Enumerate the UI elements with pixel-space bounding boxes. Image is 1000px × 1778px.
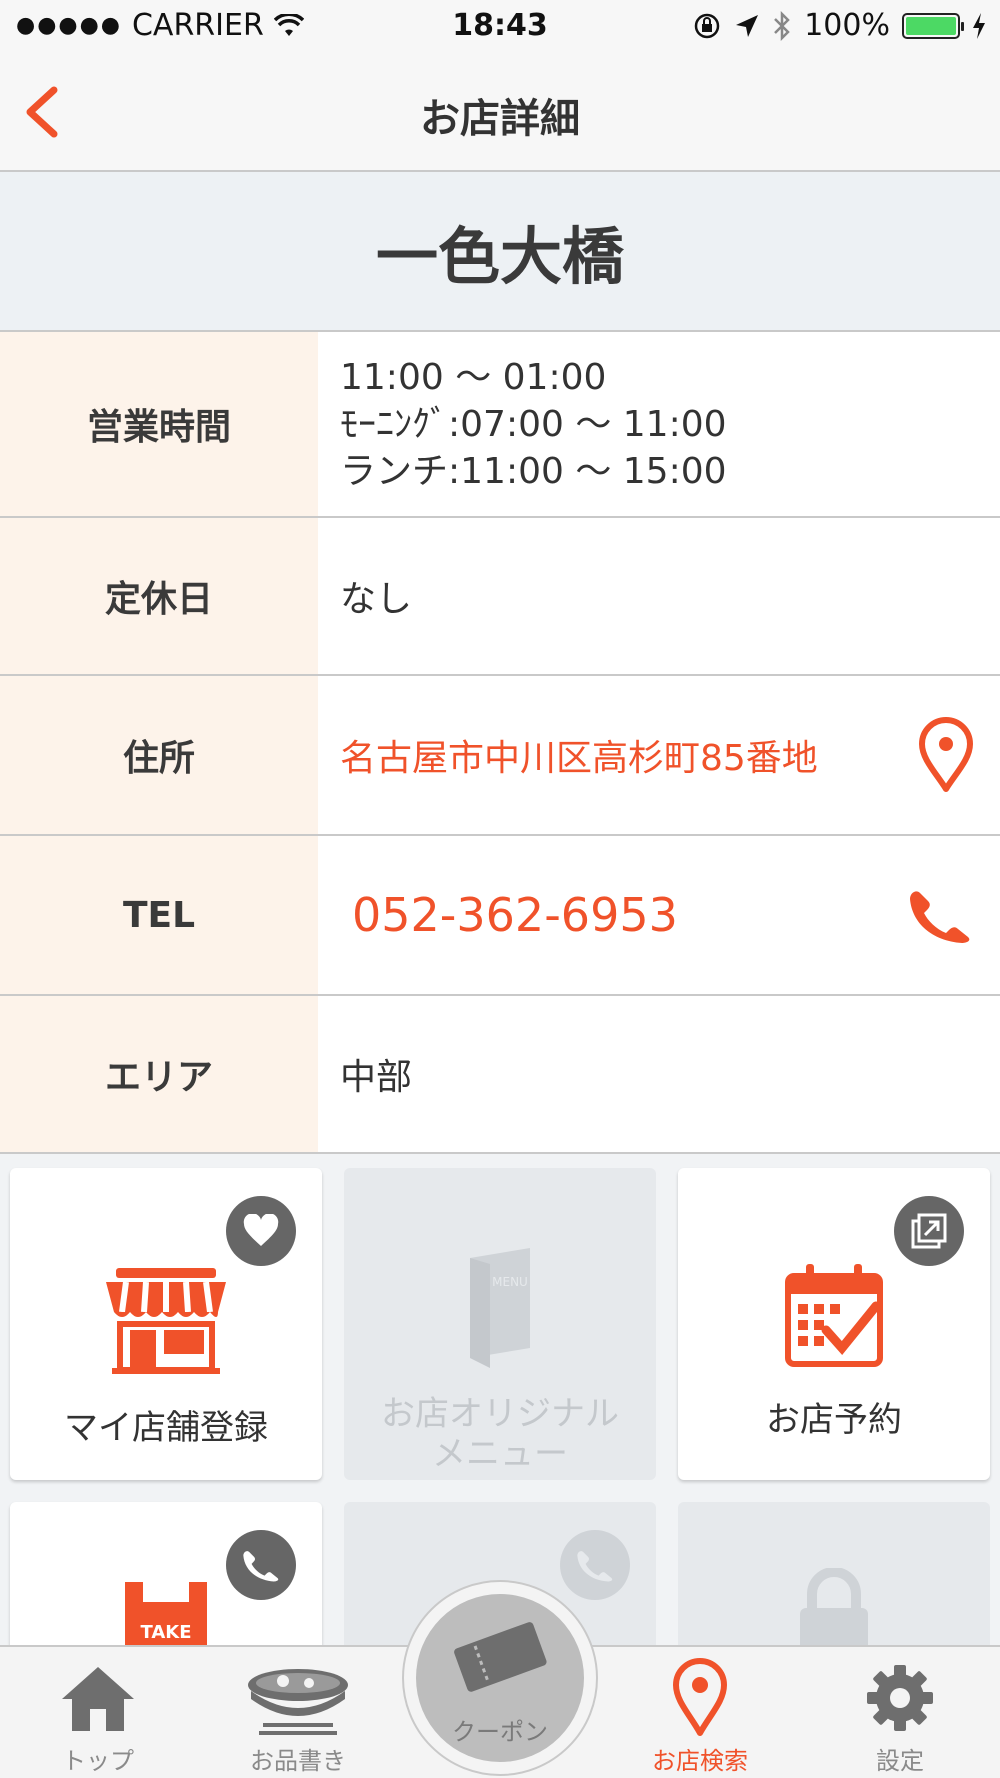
hours-line: ﾓｰﾆﾝｸﾞ:07:00 〜 11:00: [340, 403, 727, 445]
closed-day-label: 定休日: [0, 518, 318, 674]
tab-settings-label: 設定: [876, 1747, 924, 1775]
menu-book-icon: MENU: [470, 1248, 530, 1368]
reserve-tile[interactable]: お店予約: [678, 1168, 990, 1480]
battery-percent: 100%: [804, 8, 890, 43]
tab-settings[interactable]: 設定: [820, 1647, 980, 1778]
tab-menu[interactable]: お品書き: [218, 1647, 378, 1778]
map-pin-icon[interactable]: [918, 717, 974, 793]
area-row: エリア 中部: [0, 996, 1000, 1154]
tab-top[interactable]: トップ: [18, 1647, 178, 1778]
coupon-label: クーポン: [452, 1718, 548, 1746]
menu-sign-text: MENU: [492, 1275, 528, 1289]
map-pin-tab-icon: [673, 1658, 727, 1736]
tab-top-label: トップ: [62, 1747, 134, 1775]
hours-line: ランチ:11:00 〜 15:00: [340, 450, 727, 492]
heart-icon[interactable]: [226, 1196, 296, 1266]
area-label: エリア: [0, 996, 318, 1152]
coupon-button[interactable]: クーポン: [402, 1580, 598, 1776]
area-value: 中部: [340, 1057, 413, 1098]
status-bar: ●●●●● CARRIER 18:43 100%: [0, 0, 1000, 52]
hotpot-icon: [248, 1669, 348, 1735]
shop-icon: [106, 1268, 226, 1374]
page-title: お店詳細: [420, 96, 580, 142]
bluetooth-icon: [774, 10, 790, 41]
orientation-lock-icon: [694, 13, 720, 38]
shop-name: 一色大橋: [0, 172, 1000, 332]
navigation-bar: お店詳細: [0, 52, 1000, 172]
tab-shop-search[interactable]: お店検索: [620, 1647, 780, 1778]
charging-icon: [973, 12, 985, 39]
takeout-bag-icon: TAKE: [125, 1582, 207, 1652]
address-label: 住所: [0, 676, 318, 834]
closed-day-row: 定休日 なし: [0, 518, 1000, 676]
my-shop-register-label: マイ店舗登録: [64, 1408, 268, 1448]
tel-row[interactable]: TEL 052-362-6953: [0, 836, 1000, 996]
tel-label: TEL: [0, 836, 318, 994]
battery-icon: [902, 12, 964, 39]
shop-info-table: 営業時間 11:00 〜 01:00 ﾓｰﾆﾝｸﾞ:07:00 〜 11:00 …: [0, 332, 1000, 1154]
tab-menu-label: お品書き: [250, 1747, 346, 1775]
external-link-icon[interactable]: [894, 1196, 964, 1266]
address-row[interactable]: 住所 名古屋市中川区高杉町85番地: [0, 676, 1000, 836]
ticket-icon: [454, 1622, 547, 1692]
phone-icon[interactable]: [906, 887, 974, 943]
calendar-check-icon: [785, 1264, 883, 1367]
home-icon: [62, 1667, 134, 1731]
hours-line: 11:00 〜 01:00: [340, 356, 607, 398]
my-shop-register-tile[interactable]: マイ店舗登録: [10, 1168, 322, 1480]
phone-badge-disabled-icon: [560, 1530, 630, 1600]
hours-label: 営業時間: [0, 332, 318, 516]
original-menu-tile: MENU お店オリジナル メニュー: [344, 1168, 656, 1480]
reserve-label: お店予約: [766, 1400, 902, 1440]
hours-value: 11:00 〜 01:00 ﾓｰﾆﾝｸﾞ:07:00 〜 11:00 ランチ:1…: [318, 332, 1000, 516]
takeout-sign-text: TAKE: [140, 1622, 191, 1643]
address-link[interactable]: 名古屋市中川区高杉町85番地: [318, 676, 1000, 834]
tel-link[interactable]: 052-362-6953: [318, 836, 1000, 994]
tab-shop-search-label: お店検索: [652, 1747, 748, 1775]
closed-day-value: なし: [340, 579, 413, 620]
original-menu-label: お店オリジナル メニュー: [381, 1394, 619, 1474]
hours-row: 営業時間 11:00 〜 01:00 ﾓｰﾆﾝｸﾞ:07:00 〜 11:00 …: [0, 332, 1000, 518]
location-arrow-icon: [736, 14, 759, 37]
gear-icon: [867, 1665, 933, 1731]
phone-badge-icon[interactable]: [226, 1530, 296, 1600]
